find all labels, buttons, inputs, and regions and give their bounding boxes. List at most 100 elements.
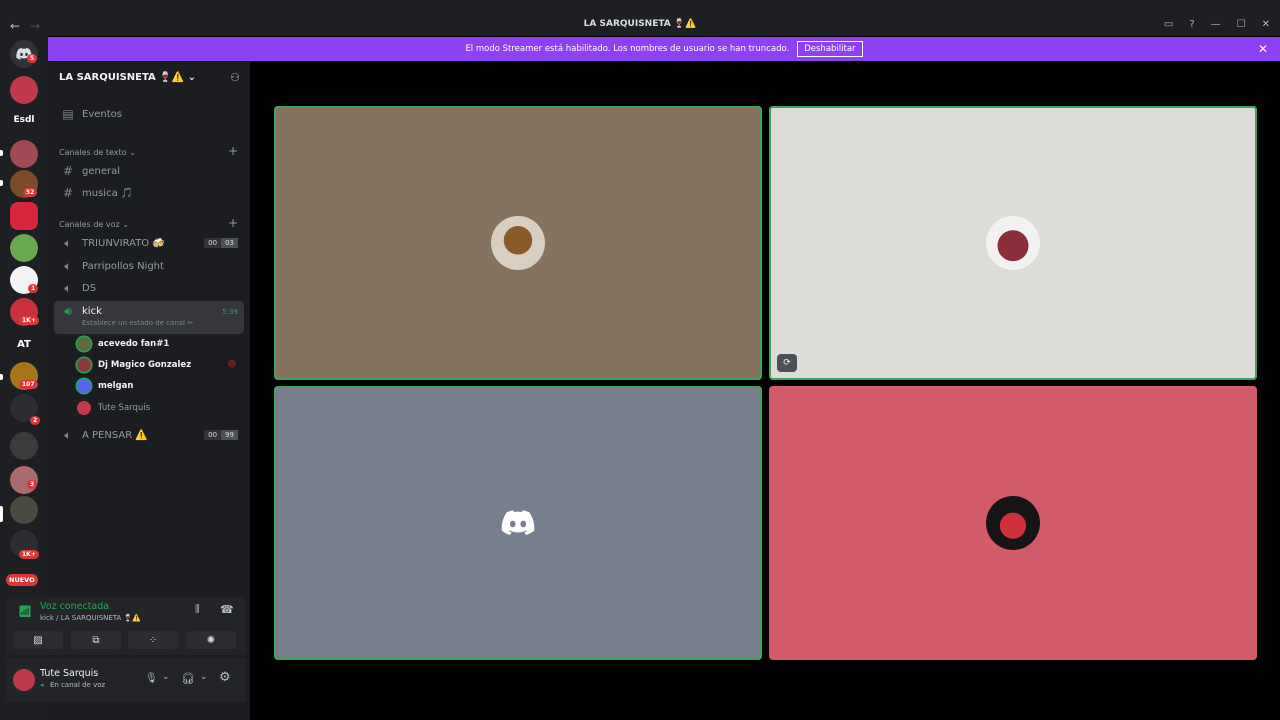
- server-icon[interactable]: [10, 234, 38, 262]
- server-icon[interactable]: AT: [10, 330, 38, 358]
- voice-channel-a-pensar[interactable]: 🔈︎ A PENSAR ⚠️ 00 99: [54, 425, 244, 445]
- user-panel: Tute Sarquis ◂ En canal de voz 🎙︎ ⌄ 🎧︎ ⌄…: [5, 658, 246, 702]
- unread-pip: [0, 374, 3, 380]
- invite-icon[interactable]: ⚇: [230, 71, 240, 84]
- voice-status[interactable]: Voz conectada: [40, 601, 109, 612]
- server-icon[interactable]: Esdl: [10, 106, 38, 134]
- hash-icon: #: [62, 186, 74, 200]
- voice-channel-kick[interactable]: 🔊︎ kick 5:39 Establece un estado de cana…: [54, 301, 244, 334]
- inbox-icon[interactable]: ▭: [1164, 19, 1173, 30]
- participant-tile[interactable]: [274, 106, 762, 380]
- close-window-icon[interactable]: ✕: [1262, 19, 1270, 30]
- disable-streamer-button[interactable]: Deshabilitar: [797, 41, 863, 57]
- avatar: [77, 401, 91, 415]
- add-text-channel-icon[interactable]: +: [228, 144, 238, 158]
- participant-tile[interactable]: [769, 386, 1257, 660]
- settings-gear-icon[interactable]: ⚙︎: [219, 670, 231, 685]
- maximize-icon[interactable]: ☐: [1237, 19, 1246, 30]
- soundboard-button[interactable]: ✺: [186, 631, 236, 649]
- channel-status-text[interactable]: Establece un estado de canal ✏: [82, 319, 193, 327]
- user-limit-pill: 00 99: [204, 430, 238, 440]
- participant-avatar: [986, 496, 1040, 550]
- server-icon[interactable]: [10, 432, 38, 460]
- add-voice-channel-icon[interactable]: +: [228, 216, 238, 230]
- speaker-small-icon: ◂: [40, 681, 44, 689]
- headphones-icon[interactable]: 🎧︎: [181, 672, 195, 685]
- speaker-active-icon: 🔊︎: [64, 304, 72, 318]
- signal-icon[interactable]: 📶︎: [18, 605, 32, 618]
- activities-icon: ⁘: [148, 634, 158, 646]
- voice-user[interactable]: Dj Magico Gonzalez: [77, 356, 191, 374]
- streaming-icon: ◎: [228, 359, 236, 369]
- screen-share-icon: ⧉: [92, 634, 100, 646]
- unread-pip: [0, 180, 3, 186]
- server-badge: 2: [30, 416, 41, 425]
- chevron-down-icon[interactable]: ⌄: [200, 672, 208, 682]
- soundboard-icon: ✺: [206, 634, 216, 646]
- avatar: [77, 337, 91, 351]
- discord-logo-icon: [501, 510, 535, 536]
- camera-off-icon: ▨: [33, 634, 43, 646]
- username[interactable]: Tute Sarquis: [40, 668, 98, 679]
- server-badge: 1K+: [19, 316, 39, 325]
- voice-location[interactable]: kick / LA SARQUISNETA 🍷⚠️: [40, 614, 141, 622]
- unread-pip: [0, 506, 3, 522]
- nuevo-badge[interactable]: NUEVO: [6, 574, 38, 586]
- activities-button[interactable]: ⁘: [128, 631, 178, 649]
- disconnect-icon[interactable]: ☎︎: [220, 603, 234, 616]
- user-limit-pill: 00 03: [204, 238, 238, 248]
- title-bar: ← → LA SARQUISNETA 🍷⚠️ ▭ ? — ☐ ✕: [0, 0, 1280, 36]
- noise-suppression-icon[interactable]: ⫼: [195, 604, 200, 615]
- server-badge: 52: [23, 188, 38, 197]
- server-badge: 3: [27, 480, 38, 489]
- channel-musica[interactable]: # musica 🎵: [54, 183, 244, 203]
- voice-connection-panel: 📶︎ Voz conectada kick / LA SARQUISNETA 🍷…: [5, 597, 246, 655]
- voice-channel-parripollos[interactable]: 🔈︎ Parripollos Night: [54, 256, 244, 276]
- close-banner-icon[interactable]: ✕: [1258, 42, 1268, 56]
- server-icon[interactable]: [10, 496, 38, 524]
- text-category[interactable]: Canales de texto ⌄: [59, 148, 136, 157]
- events-item[interactable]: ▤ Eventos: [54, 104, 244, 124]
- hash-icon: #: [62, 164, 74, 178]
- channel-general[interactable]: # general: [54, 161, 244, 181]
- server-icon[interactable]: [10, 140, 38, 168]
- avatar: [77, 379, 91, 393]
- avatar: [77, 358, 91, 372]
- voice-user[interactable]: melgan: [77, 377, 133, 395]
- stream-indicator-icon[interactable]: ⟳: [777, 354, 797, 372]
- channel-timer: 5:39: [222, 307, 238, 316]
- calendar-icon: ▤: [62, 107, 74, 121]
- unread-pip: [0, 150, 3, 156]
- microphone-icon[interactable]: 🎙︎: [145, 673, 158, 684]
- voice-channel-triunvirato[interactable]: 🔈︎ TRIUNVIRATO 🍻 00 03: [54, 233, 244, 253]
- speaker-icon: 🔈︎: [64, 280, 72, 295]
- participant-avatar: [986, 216, 1040, 270]
- participant-avatar: [491, 216, 545, 270]
- speaker-icon: 🔈︎: [64, 427, 72, 442]
- help-icon[interactable]: ?: [1189, 19, 1194, 30]
- speaker-icon: 🔈︎: [64, 235, 72, 250]
- server-badge: 1: [28, 284, 39, 293]
- server-name-header[interactable]: LA SARQUISNETA 🍷⚠️ ⌄: [59, 72, 196, 83]
- participant-tile[interactable]: [274, 386, 762, 660]
- voice-category[interactable]: Canales de voz ⌄: [59, 220, 129, 229]
- chevron-down-icon[interactable]: ⌄: [162, 672, 170, 682]
- window-title: LA SARQUISNETA 🍷⚠️: [583, 19, 697, 29]
- minimize-icon[interactable]: —: [1211, 19, 1221, 30]
- home-badge: 5: [27, 54, 38, 63]
- server-icon[interactable]: [10, 202, 38, 230]
- speaker-icon: 🔈︎: [64, 258, 72, 273]
- window-controls: ▭ ? — ☐ ✕: [1164, 19, 1270, 30]
- share-screen-button[interactable]: ⧉: [71, 631, 121, 649]
- camera-off-button[interactable]: ▨: [13, 631, 63, 649]
- voice-user[interactable]: Tute Sarquis: [77, 399, 150, 417]
- participant-tile[interactable]: ⟳: [769, 106, 1257, 380]
- server-badge: 1K+: [19, 550, 39, 559]
- voice-user[interactable]: acevedo fan#1: [77, 335, 169, 353]
- voice-channel-ds[interactable]: 🔈︎ DS: [54, 278, 244, 298]
- avatar[interactable]: [13, 669, 35, 691]
- banner-text: El modo Streamer está habilitado. Los no…: [465, 44, 790, 54]
- voice-stage: ⟳: [250, 62, 1280, 720]
- user-status: En canal de voz: [50, 681, 106, 689]
- server-icon[interactable]: [10, 76, 38, 104]
